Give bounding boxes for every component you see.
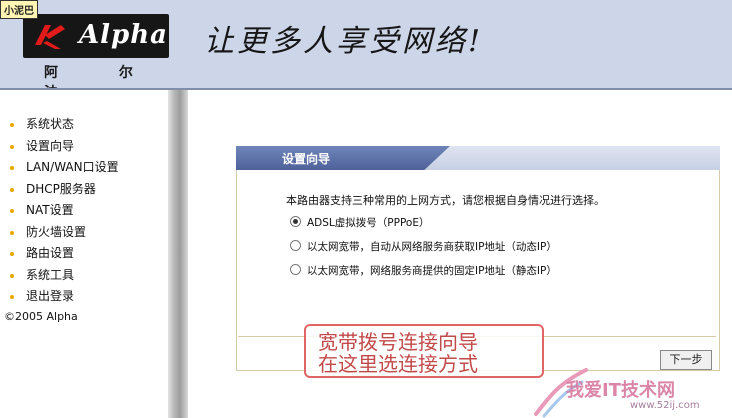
- header-banner: Alpha 阿 尔 法 让更多人享受网络! 小泥巴: [0, 0, 732, 101]
- logo-wordmark: Alpha: [79, 20, 168, 50]
- sidebar-item-system-tools[interactable]: 系统工具: [6, 265, 119, 287]
- sidebar-item-label: 防火墙设置: [26, 224, 87, 239]
- sidebar-item-dhcp[interactable]: DHCP服务器: [6, 179, 119, 201]
- alpha-mark-icon: [35, 25, 65, 49]
- sidebar-item-setup-wizard[interactable]: 设置向导: [6, 136, 119, 158]
- bullet-icon: [10, 230, 14, 235]
- frame-splitter[interactable]: [168, 90, 188, 418]
- option-pppoe[interactable]: ADSL虚拟拨号（PPPoE）: [290, 215, 429, 230]
- radio-dynamic-ip[interactable]: [290, 240, 301, 251]
- option-label: 以太网宽带，网络服务商提供的固定IP地址（静态IP）: [307, 265, 557, 277]
- sidebar-item-firewall[interactable]: 防火墙设置: [6, 222, 119, 244]
- sidebar: 系统状态 设置向导 LAN/WAN口设置 DHCP服务器 NAT设置 防火墙设置…: [0, 90, 168, 418]
- panel-title-tab: [236, 146, 450, 170]
- sidebar-item-lan-wan[interactable]: LAN/WAN口设置: [6, 157, 119, 179]
- sidebar-item-label: LAN/WAN口设置: [26, 160, 119, 174]
- bullet-icon: [10, 273, 14, 278]
- sidebar-item-system-status[interactable]: 系统状态: [6, 114, 119, 136]
- sidebar-item-routing[interactable]: 路由设置: [6, 243, 119, 265]
- sidebar-item-label: 系统工具: [26, 267, 75, 282]
- sidebar-item-label: 退出登录: [26, 289, 75, 303]
- sidebar-item-logout[interactable]: 退出登录: [6, 286, 119, 308]
- header-tagline: 让更多人享受网络!: [204, 24, 484, 59]
- bullet-icon: [10, 295, 14, 299]
- sidebar-item-label: 设置向导: [26, 138, 75, 153]
- bullet-icon: [10, 123, 14, 127]
- corner-watermark-badge: 小泥巴: [0, 0, 38, 19]
- annotation-line-2: 在这里选连接方式: [318, 352, 478, 376]
- bullet-icon: [10, 209, 14, 213]
- alpha-logo: Alpha: [23, 14, 169, 58]
- option-label: ADSL虚拟拨号（PPPoE）: [307, 217, 430, 229]
- wizard-intro-text: 本路由器支持三种常用的上网方式，请您根据自身情况进行选择。: [286, 194, 605, 207]
- watermark-url: www.52ij.com: [630, 400, 700, 411]
- bullet-icon: [10, 166, 14, 170]
- sidebar-item-label: DHCP服务器: [26, 181, 96, 196]
- sidebar-menu: 系统状态 设置向导 LAN/WAN口设置 DHCP服务器 NAT设置 防火墙设置…: [6, 114, 119, 308]
- option-label: 以太网宽带，自动从网络服务商获取IP地址（动态IP）: [307, 241, 557, 253]
- sidebar-item-label: 路由设置: [26, 246, 75, 260]
- panel-title: 设置向导: [282, 152, 331, 166]
- bullet-icon: [10, 187, 14, 192]
- next-button[interactable]: 下一步: [660, 350, 712, 370]
- option-static-ip[interactable]: 以太网宽带，网络服务商提供的固定IP地址（静态IP）: [290, 263, 557, 278]
- watermark-site-name: 我爱IT技术网: [566, 380, 675, 401]
- copyright-text: ©2005 Alpha: [4, 310, 78, 323]
- sidebar-item-nat[interactable]: NAT设置: [6, 200, 119, 222]
- sidebar-item-label: 系统状态: [26, 117, 75, 131]
- bullet-icon: [10, 252, 14, 256]
- radio-pppoe[interactable]: [290, 216, 301, 227]
- option-dynamic-ip[interactable]: 以太网宽带，自动从网络服务商获取IP地址（动态IP）: [290, 239, 557, 254]
- bullet-icon: [10, 144, 14, 149]
- sidebar-item-label: NAT设置: [26, 203, 74, 217]
- radio-static-ip[interactable]: [290, 264, 301, 275]
